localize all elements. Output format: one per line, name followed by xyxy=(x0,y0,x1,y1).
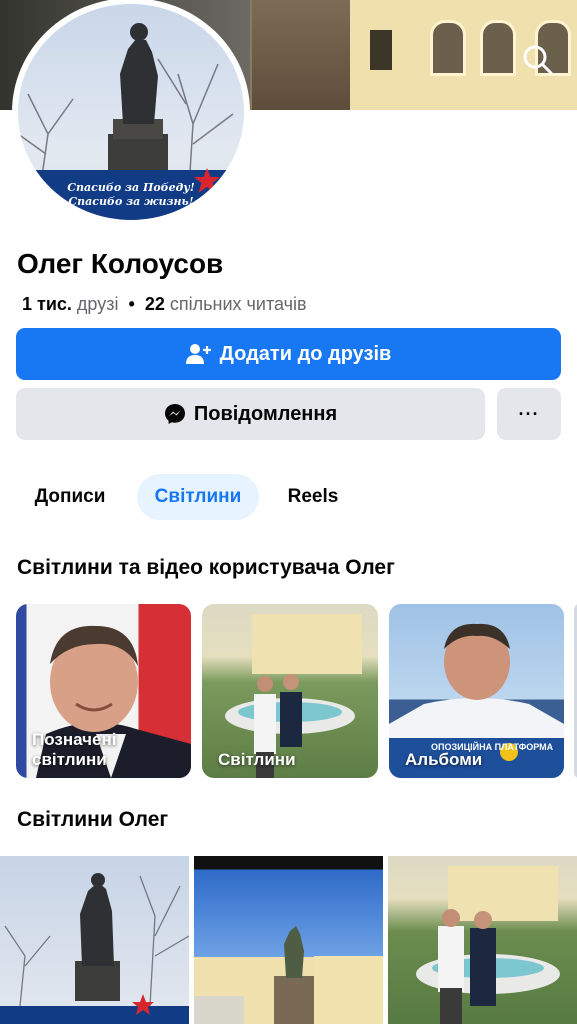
photos-card[interactable]: Світлини xyxy=(202,604,378,778)
albums-label: Альбоми xyxy=(405,750,483,769)
tab-posts[interactable]: Дописи xyxy=(18,474,122,520)
add-friend-label: Додати до друзів xyxy=(219,342,392,365)
photo-thumb-3[interactable] xyxy=(388,856,577,1024)
photos-label: Світлини xyxy=(218,750,296,769)
more-button[interactable]: ··· xyxy=(497,388,561,440)
avatar-banner-line1: Спасибо за Победу! xyxy=(67,181,195,194)
search-icon xyxy=(523,45,553,75)
tagged-photos-label: Позначені світлини xyxy=(32,730,116,770)
photo-thumb-1[interactable] xyxy=(0,856,189,1024)
friends-count[interactable]: 1 тис. xyxy=(22,294,72,314)
photos-heading: Світлини Олег xyxy=(17,808,169,831)
star-icon xyxy=(194,168,220,193)
tagged-photos-label-line2: світлини xyxy=(32,750,107,769)
message-button[interactable]: Повідомлення xyxy=(16,388,485,440)
profile-name: Олег Колоусов xyxy=(17,248,224,279)
profile-avatar[interactable]: Спасибо за Победу! Спасибо за жизнь! xyxy=(12,0,250,226)
mutual-label[interactable]: спільних читачів xyxy=(170,294,307,314)
mutual-count[interactable]: 22 xyxy=(145,294,165,314)
photos-videos-heading: Світлини та відео користувача Олег xyxy=(17,556,395,579)
photo-thumb-2[interactable] xyxy=(194,856,383,1024)
tagged-photos-label-line1: Позначені xyxy=(32,730,117,749)
tab-reels[interactable]: Reels xyxy=(270,474,356,520)
messenger-icon xyxy=(164,404,185,424)
tab-photos[interactable]: Світлини xyxy=(137,474,259,520)
more-icon: ··· xyxy=(518,403,540,424)
albums-card[interactable]: ОПОЗИЦІЙНА ПЛАТФОРМА Альбоми xyxy=(389,604,564,778)
message-label: Повідомлення xyxy=(193,402,338,425)
add-friend-button[interactable]: Додати до друзів xyxy=(16,328,561,380)
friends-label[interactable]: друзі xyxy=(77,294,119,314)
add-friend-icon xyxy=(185,344,211,364)
search-button[interactable] xyxy=(518,40,558,80)
avatar-banner-line2: Спасибо за жизнь! xyxy=(68,195,194,208)
tagged-photos-card[interactable]: Позначені світлини xyxy=(16,604,191,778)
avatar-image: Спасибо за Победу! Спасибо за жизнь! xyxy=(18,4,244,220)
profile-stats: 1 тис. друзі • 22 спільних читачів xyxy=(22,294,307,315)
stats-separator: • xyxy=(128,294,135,314)
